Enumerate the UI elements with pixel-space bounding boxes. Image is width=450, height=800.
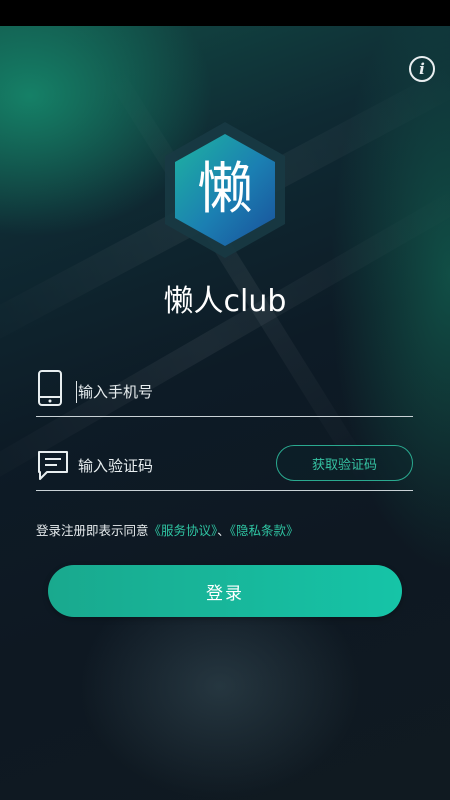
info-button[interactable]: i — [409, 56, 435, 82]
get-code-button[interactable]: 获取验证码 — [276, 445, 413, 481]
agreement-text: 登录注册即表示同意《服务协议》、《隐私条款》 — [36, 520, 299, 539]
code-field: 获取验证码 — [36, 442, 413, 491]
logo-glyph: 懒 — [197, 157, 253, 222]
code-input[interactable] — [78, 450, 268, 482]
phone-input[interactable] — [78, 376, 408, 408]
privacy-policy-link[interactable]: 《隐私条款》 — [230, 523, 299, 538]
text-caret — [76, 381, 77, 403]
phone-icon — [38, 370, 62, 406]
app-logo: 懒 — [165, 122, 285, 258]
message-icon — [38, 451, 68, 480]
phone-field — [36, 368, 413, 417]
login-button[interactable]: 登录 — [48, 565, 402, 617]
brand-name: 懒人club — [164, 284, 287, 319]
agreement-separator: 、 — [217, 523, 230, 538]
brand-wordmark: 懒人club — [164, 284, 287, 319]
info-icon: i — [419, 60, 425, 78]
service-agreement-link[interactable]: 《服务协议》 — [149, 523, 218, 538]
status-bar — [0, 0, 450, 26]
agreement-prefix: 登录注册即表示同意 — [36, 523, 149, 538]
